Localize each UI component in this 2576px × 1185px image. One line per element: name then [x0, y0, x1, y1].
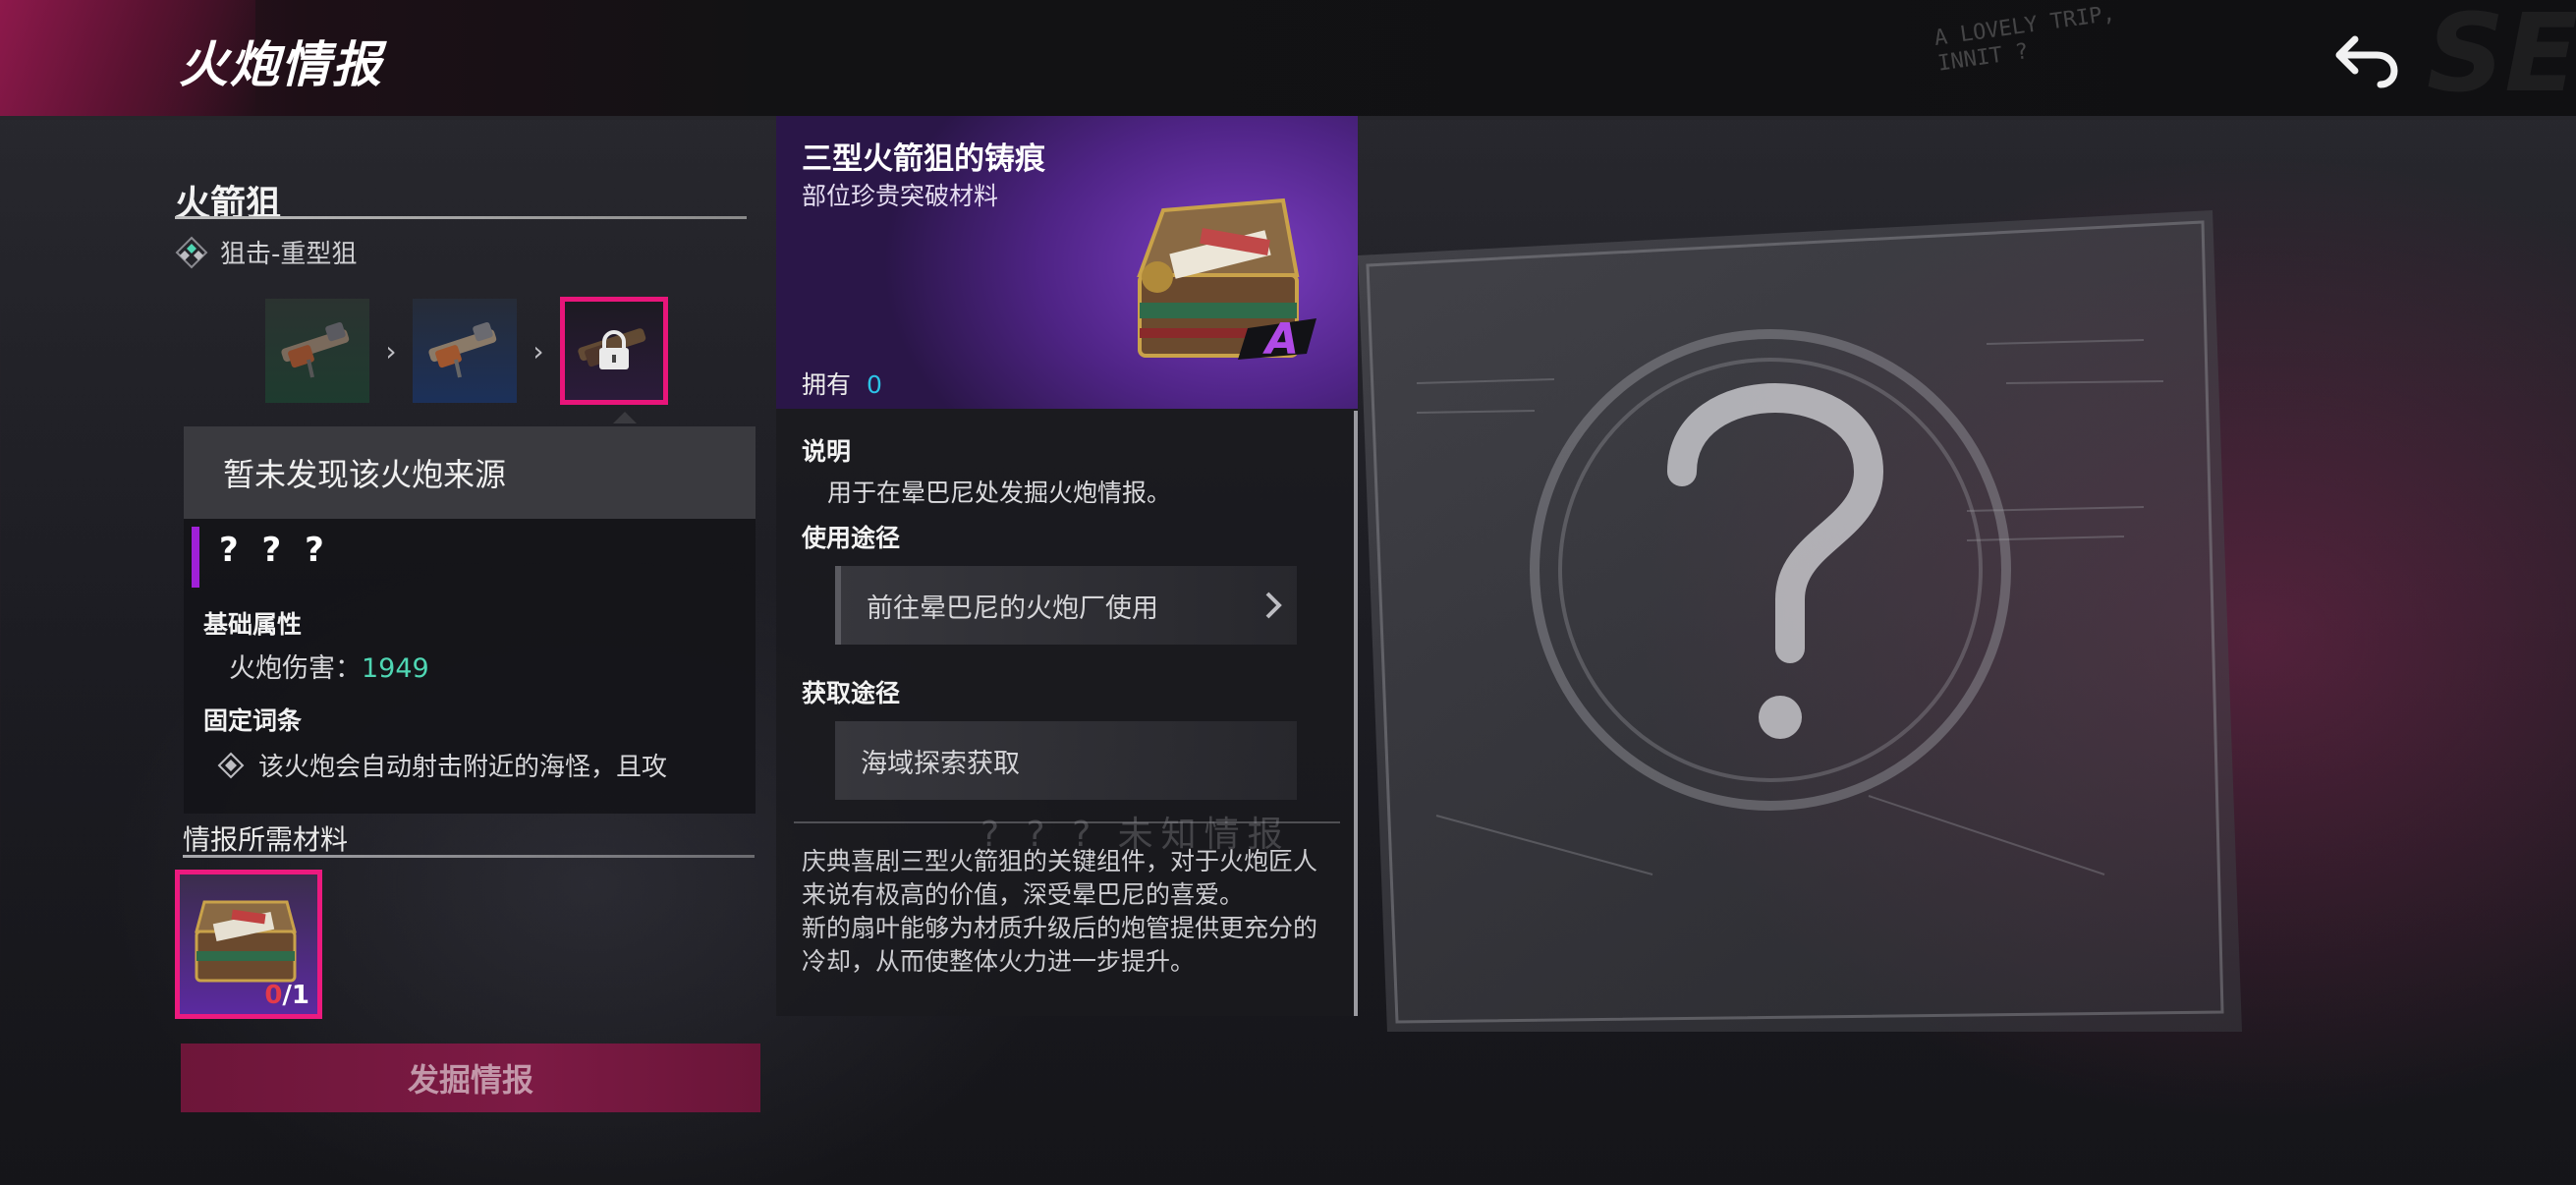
lock-icon — [599, 330, 629, 369]
back-arrow-icon — [2335, 35, 2398, 88]
stage-1-slot[interactable] — [265, 299, 369, 403]
treasure-chest-icon — [195, 900, 297, 983]
stage-3-slot-locked[interactable] — [560, 297, 668, 405]
use-title: 使用途径 — [802, 524, 901, 552]
back-button[interactable] — [2328, 26, 2407, 92]
source-note: 暂未发现该火炮来源 — [184, 426, 756, 519]
damage-attr: 火炮伤害：1949 — [229, 647, 429, 685]
dig-intel-button[interactable]: 发掘情报 — [181, 1044, 760, 1112]
damage-label: 火炮伤害： — [229, 653, 362, 684]
unknown-cannon-name: ? ? ? — [219, 531, 330, 570]
base-attr-title: 基础属性 — [203, 610, 303, 639]
material-need: /1 — [282, 981, 309, 1010]
material-slot[interactable]: 0/1 — [175, 870, 322, 1019]
rarity-letter: A — [1262, 314, 1299, 365]
rarity-bar — [192, 527, 199, 588]
stage-2-slot[interactable] — [413, 299, 517, 403]
material-have: 0 — [264, 981, 283, 1010]
page-title: 火炮情报 — [179, 36, 383, 93]
chevron-right-icon — [1265, 592, 1282, 619]
corner-decoration-text: SE — [2427, 0, 2576, 116]
use-route-label: 前往晕巴尼的火炮厂使用 — [867, 592, 1158, 624]
item-subtitle: 部位珍贵突破材料 — [802, 182, 999, 210]
get-title: 获取途径 — [802, 679, 901, 707]
lore-text: 庆典喜剧三型火箭狙的关键组件，对于火炮匠人来说有极高的价值，深受晕巴尼的喜爱。 … — [802, 845, 1332, 979]
item-detail-panel: 说明 用于在晕巴尼处发掘火炮情报。 使用途径 前往晕巴尼的火炮厂使用 获取途径 … — [776, 409, 1358, 1016]
desc-title: 说明 — [802, 437, 852, 466]
stage-arrow-icon: › — [385, 334, 397, 367]
material-count: 0/1 — [264, 981, 309, 1010]
get-route-label: 海域探索获取 — [861, 748, 1020, 779]
cannon-detail-card: ? ? ? 基础属性 火炮伤害：1949 固定词条 该火炮会自动射击附近的海怪，… — [184, 519, 756, 814]
owned-value: 0 — [867, 370, 882, 399]
fixed-affix-title: 固定词条 — [203, 706, 303, 735]
item-header: 三型火箭狙的铸痕 部位珍贵突破材料 A 拥有 0 — [776, 116, 1358, 409]
desc-text: 用于在晕巴尼处发掘火炮情报。 — [827, 479, 1172, 507]
affix-row: 该火炮会自动射击附近的海怪，且攻 — [217, 747, 667, 783]
affix-text: 该火炮会自动射击附近的海怪，且攻 — [258, 753, 668, 782]
diamond-bullet-icon — [217, 752, 245, 778]
damage-value: 1949 — [362, 653, 429, 684]
cannon-class-row: 狙击-重型狙 — [175, 234, 357, 270]
materials-divider — [183, 855, 755, 858]
cannon-class-label: 狙击-重型狙 — [220, 240, 358, 269]
upgrade-stages: › › — [265, 297, 668, 405]
get-route: 海域探索获取 — [835, 721, 1297, 800]
unknown-blueprint-art — [1358, 210, 2242, 1032]
treasure-chest-icon: A — [1137, 198, 1316, 365]
lore-paragraph-1: 庆典喜剧三型火箭狙的关键组件，对于火炮匠人来说有极高的价值，深受晕巴尼的喜爱。 — [802, 847, 1318, 909]
sniper-class-icon — [175, 236, 208, 268]
rocket-cannon-icon — [428, 321, 497, 378]
rocket-cannon-icon — [281, 321, 350, 378]
item-name: 三型火箭狙的铸痕 — [802, 141, 1045, 177]
use-route-link[interactable]: 前往晕巴尼的火炮厂使用 — [835, 566, 1297, 645]
owned-count: 拥有 0 — [802, 366, 882, 401]
stage-arrow-icon: › — [532, 334, 544, 367]
owned-label: 拥有 — [802, 370, 852, 399]
materials-title: 情报所需材料 — [183, 823, 349, 856]
lore-paragraph-2: 新的扇叶能够为材质升级后的炮管提供更充分的冷却，从而使整体火力进一步提升。 — [802, 914, 1318, 976]
top-bar — [0, 0, 2576, 120]
stage-pointer — [613, 412, 637, 423]
cannon-name-divider — [175, 216, 747, 219]
